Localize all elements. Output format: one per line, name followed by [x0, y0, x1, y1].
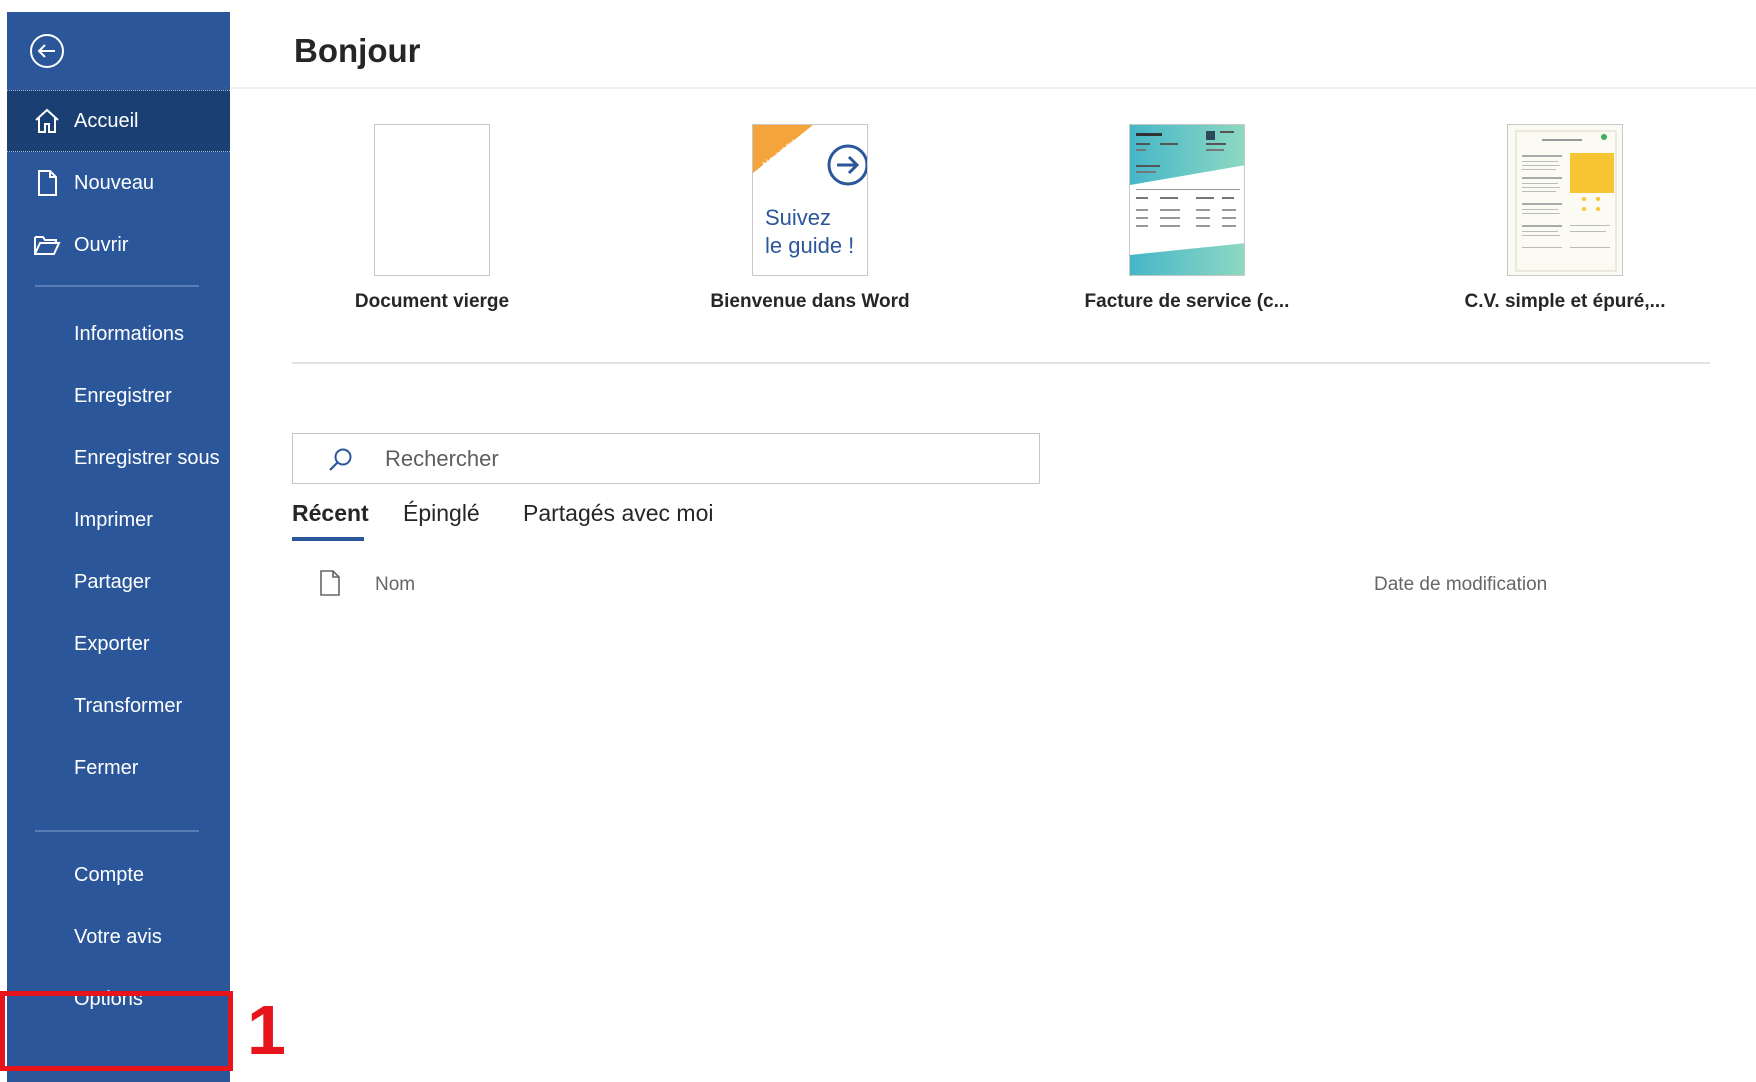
sidebar-item-label: Accueil — [74, 109, 139, 132]
cv-thumbnail-art — [1508, 125, 1622, 275]
template-thumbnail — [1129, 124, 1245, 276]
back-arrow-icon — [30, 34, 64, 68]
column-header-name[interactable]: Nom — [375, 574, 415, 596]
invoice-thumbnail-art — [1130, 125, 1244, 275]
tab-pinned[interactable]: Épinglé — [403, 500, 480, 542]
sidebar-item-nouveau[interactable]: Nouveau — [7, 152, 230, 214]
sidebar-separator — [35, 830, 199, 832]
folder-open-icon — [34, 236, 61, 255]
sidebar-item-label: Nouveau — [74, 171, 155, 194]
template-label: Document vierge — [354, 291, 510, 312]
template-thumbnail: Nouveau Suivez le guide ! — [752, 124, 868, 276]
tab-shared-with-me[interactable]: Partagés avec moi — [523, 500, 713, 542]
search-icon — [329, 448, 352, 471]
sidebar-item-accueil[interactable]: Accueil — [7, 90, 230, 152]
sidebar-item-label: Imprimer — [74, 508, 153, 531]
home-icon — [35, 108, 59, 133]
sidebar-item-label: Transformer — [74, 694, 183, 717]
sidebar-item-exporter[interactable]: Exporter — [7, 613, 230, 675]
thumb-text: le guide ! — [765, 233, 854, 258]
sidebar-item-label: Fermer — [74, 756, 139, 779]
sidebar-item-votre-avis[interactable]: Votre avis — [7, 906, 230, 968]
sidebar-item-imprimer[interactable]: Imprimer — [7, 489, 230, 551]
sidebar-item-label: Exporter — [74, 632, 150, 655]
header-band — [230, 0, 1756, 89]
sidebar-item-label: Votre avis — [74, 925, 162, 948]
column-header-date[interactable]: Date de modification — [1374, 574, 1547, 596]
page-title: Bonjour — [294, 32, 421, 69]
thumb-text: Suivez — [765, 205, 831, 230]
sidebar-item-label: Enregistrer sous — [74, 446, 220, 469]
sidebar-item-enregistrer[interactable]: Enregistrer — [7, 365, 230, 427]
sidebar-item-label: Partager — [74, 570, 151, 593]
sidebar-separator — [35, 285, 199, 287]
back-button[interactable] — [29, 33, 65, 69]
sidebar-item-label: Compte — [74, 863, 145, 886]
template-label: Facture de service (c... — [1084, 291, 1290, 312]
sidebar-item-compte[interactable]: Compte — [7, 844, 230, 906]
active-tab-indicator — [292, 537, 364, 541]
sidebar-item-label: Ouvrir — [74, 233, 129, 256]
template-label: C.V. simple et épuré,... — [1464, 291, 1666, 312]
sidebar-item-label: Informations — [74, 322, 185, 345]
sidebar-item-ouvrir[interactable]: Ouvrir — [7, 214, 230, 276]
template-thumbnail — [374, 124, 490, 276]
sidebar-item-enregistrer-sous[interactable]: Enregistrer sous — [7, 427, 230, 489]
new-document-icon — [38, 170, 57, 196]
file-type-icon — [320, 570, 340, 596]
sidebar-item-informations[interactable]: Informations — [7, 303, 230, 365]
sidebar: Accueil Nouveau Ouvrir Informations Enre… — [7, 12, 230, 1082]
welcome-thumbnail-art: Nouveau Suivez le guide ! — [753, 125, 867, 258]
sidebar-item-partager[interactable]: Partager — [7, 551, 230, 613]
sidebar-item-options[interactable]: Options — [7, 968, 230, 1030]
sidebar-item-fermer[interactable]: Fermer — [7, 737, 230, 799]
search-input[interactable] — [385, 434, 1025, 483]
sidebar-item-transformer[interactable]: Transformer — [7, 675, 230, 737]
tab-recent[interactable]: Récent — [292, 500, 369, 542]
sidebar-item-label: Options — [74, 987, 143, 1010]
template-label: Bienvenue dans Word — [710, 291, 910, 312]
sidebar-item-label: Enregistrer — [74, 384, 172, 407]
search-box[interactable] — [292, 433, 1040, 484]
callout-number: 1 — [247, 991, 286, 1069]
template-thumbnail — [1507, 124, 1623, 276]
section-divider — [292, 362, 1710, 364]
